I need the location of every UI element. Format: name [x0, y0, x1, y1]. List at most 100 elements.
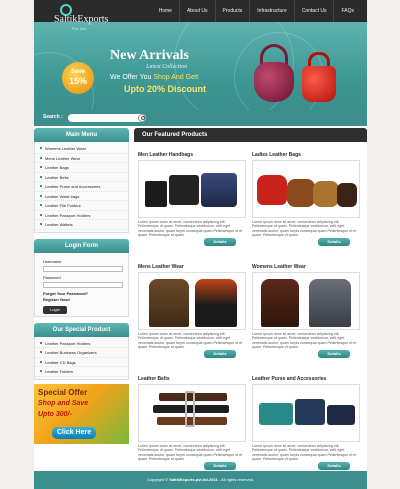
menu-item-leather-belts[interactable]: Leather Belts	[35, 173, 128, 182]
handbag-image	[254, 62, 294, 102]
banner-subtitle: Latest Collection	[146, 64, 188, 70]
product-image[interactable]	[138, 160, 246, 218]
special-offer-banner[interactable]: Special Offer Shop and Save Upto 300/- C…	[34, 383, 129, 444]
footer: Copyright © SaltikExports.pvt.ltd.2011 -…	[34, 471, 367, 489]
product-title[interactable]: Mens Leather Wear	[138, 262, 246, 272]
logo-text: SaltikExports	[54, 14, 109, 25]
purse-shape	[295, 399, 325, 425]
login-button[interactable]: Login	[43, 305, 67, 314]
search-bar: Search :	[34, 110, 367, 126]
username-field[interactable]	[43, 265, 123, 272]
product-image[interactable]	[252, 272, 360, 330]
purse-shape	[259, 403, 293, 425]
product-grid: Men Leather Handbags Lorem ipsum dolor s…	[134, 142, 367, 482]
product-title[interactable]: Womens Leather Wear	[252, 262, 360, 272]
menu-item-womens-leather-wear[interactable]: Womens Leather Wear	[35, 144, 128, 154]
product-image[interactable]	[252, 384, 360, 442]
save-badge-label: Save	[70, 69, 85, 75]
menu-item-mens-leather-wear[interactable]: Mens Leather Wear	[35, 154, 128, 163]
menu-item-leather-waist-bags[interactable]: Leather Waist bags	[35, 192, 128, 201]
login-form-title: Login Form	[34, 238, 129, 253]
menu-item-leather-purse[interactable]: Leather Purse and Accessories	[35, 182, 128, 192]
purse-shape	[327, 405, 355, 425]
product-card: Leather Belts Lorem ipsum dolor sit amet…	[138, 374, 246, 476]
details-button[interactable]: Details	[318, 350, 350, 358]
product-description: Lorem ipsum dolor sit amet, consectetur …	[252, 220, 357, 238]
password-field[interactable]	[43, 281, 123, 288]
special-offer-title: Special Offer	[38, 387, 88, 397]
footer-suffix: - All rights reserved.	[217, 477, 255, 482]
bag-shape	[337, 183, 357, 207]
menu-item-leather-file-folders[interactable]: Leather File Folders	[35, 201, 128, 211]
details-button[interactable]: Details	[318, 462, 350, 470]
product-card: Men Leather Handbags Lorem ipsum dolor s…	[138, 150, 246, 252]
product-title[interactable]: Leather Belts	[138, 374, 246, 384]
menu-item-leather-passport-holders[interactable]: Leather Passport Holders	[35, 211, 128, 220]
jacket-shape	[309, 279, 351, 327]
logo-subtext: Pvt. Ltd.	[72, 26, 87, 31]
jacket-shape	[261, 279, 299, 327]
click-here-button[interactable]: Click Here	[52, 426, 96, 439]
search-icon[interactable]	[138, 114, 146, 122]
nav-contact-us[interactable]: Contact Us	[293, 0, 334, 22]
forgot-password-link[interactable]: Forgot Your Password?	[43, 291, 120, 296]
banner-offer-text: We Offer You	[110, 74, 154, 81]
nav-home[interactable]: Home	[152, 0, 179, 22]
bag-shape	[313, 181, 339, 207]
special-offer-line1: Shop and Save	[38, 399, 89, 407]
handbag-image	[302, 66, 336, 102]
product-title[interactable]: Men Leather Handbags	[138, 150, 246, 160]
product-description: Lorem ipsum dolor sit amet, consectetur …	[252, 332, 357, 350]
product-image[interactable]	[252, 160, 360, 218]
product-description: Lorem ipsum dolor sit amet, consectetur …	[138, 220, 243, 238]
banner-offer: We Offer You Shop And Get!	[110, 74, 199, 81]
search-label: Search :	[43, 114, 63, 120]
bag-shape	[287, 179, 315, 207]
product-title[interactable]: Leather Purse and Accessories	[252, 374, 360, 384]
nav-infrastructure[interactable]: Infrastructure	[249, 0, 293, 22]
special-item-cd-bags[interactable]: Leather CD Bags	[35, 358, 128, 367]
footer-brand[interactable]: SaltikExports.pvt.ltd.2011	[169, 477, 217, 482]
product-image[interactable]	[138, 272, 246, 330]
nav-faqs[interactable]: FAQs	[333, 0, 361, 22]
details-button[interactable]: Details	[204, 350, 236, 358]
login-form: Username Password Forgot Your Password? …	[34, 252, 129, 317]
details-button[interactable]: Details	[204, 238, 236, 246]
product-card: Ladies Leather Bags Lorem ipsum dolor si…	[252, 150, 360, 252]
menu-item-leather-wallets[interactable]: Leather Wallets	[35, 220, 128, 230]
main-nav: Home About Us Products Infrastructure Co…	[152, 0, 361, 22]
special-offer-line2: Upto 300/-	[38, 410, 72, 418]
logo[interactable]: SaltikExports Pvt. Ltd.	[40, 4, 120, 32]
details-button[interactable]: Details	[204, 462, 236, 470]
buckle-shape	[185, 391, 195, 427]
bag-shape	[145, 181, 167, 207]
special-product-list: Leather Passport Holders Leather Busines…	[34, 336, 129, 380]
product-description: Lorem ipsum dolor sit amet, consectetur …	[252, 444, 357, 462]
register-link[interactable]: Register Now!	[43, 297, 120, 302]
product-description: Lorem ipsum dolor sit amet, consectetur …	[138, 332, 243, 350]
bag-shape	[169, 175, 199, 205]
username-label: Username	[43, 258, 62, 264]
banner-offer-highlight: Shop And Get!	[153, 74, 199, 81]
product-card: Mens Leather Wear Lorem ipsum dolor sit …	[138, 262, 246, 364]
footer-prefix: Copyright ©	[146, 477, 170, 482]
details-button[interactable]: Details	[318, 238, 350, 246]
bag-shape	[257, 175, 287, 205]
special-item-folders[interactable]: Leather Folders	[35, 367, 128, 377]
hero-banner: Save 15% New Arrivals Latest Collection …	[34, 22, 367, 110]
product-image[interactable]	[138, 384, 246, 442]
special-item-business-organizers[interactable]: Leather Business Organizers	[35, 348, 128, 358]
search-input[interactable]	[68, 114, 146, 122]
nav-products[interactable]: Products	[214, 0, 250, 22]
banner-discount: Upto 20% Discount	[124, 84, 207, 94]
jacket-shape	[195, 279, 237, 327]
bag-shape	[201, 173, 237, 207]
product-card: Womens Leather Wear Lorem ipsum dolor si…	[252, 262, 360, 364]
special-item-passport-holders[interactable]: Leather Passport Holders	[35, 339, 128, 348]
featured-products: Our Featured Products Men Leather Handba…	[134, 128, 367, 482]
save-badge: Save 15%	[62, 62, 94, 94]
jacket-shape	[149, 279, 189, 327]
menu-item-leather-bags[interactable]: Leather Bags	[35, 163, 128, 173]
nav-about-us[interactable]: About Us	[178, 0, 215, 22]
product-title[interactable]: Ladies Leather Bags	[252, 150, 360, 160]
